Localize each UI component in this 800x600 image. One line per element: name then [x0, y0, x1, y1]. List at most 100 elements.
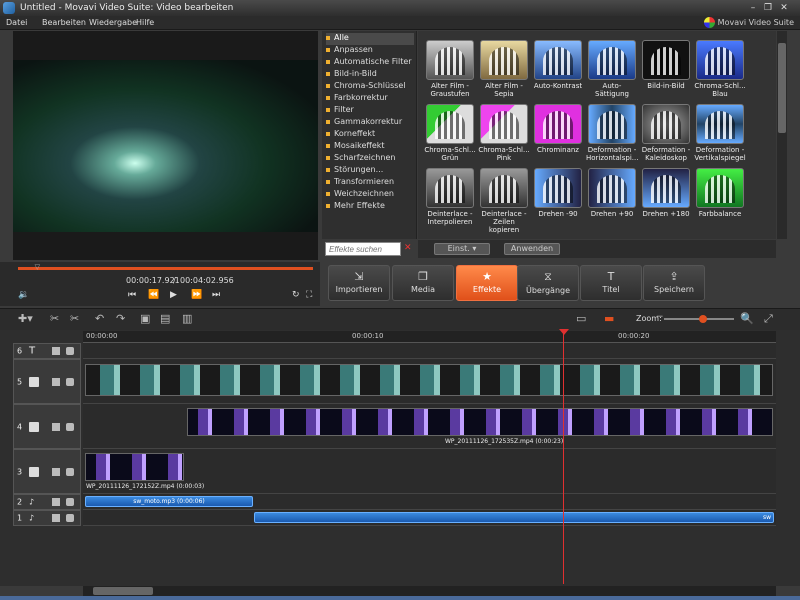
mute-icon[interactable]: [52, 514, 60, 522]
track-lane-2[interactable]: sw_moto.mp3 (0:00:06): [83, 494, 776, 510]
redo-icon[interactable]: ↷: [116, 312, 125, 325]
category-item[interactable]: Weichzeichnen: [326, 189, 394, 201]
undo-icon[interactable]: ↶: [95, 312, 104, 325]
track-lane-1[interactable]: sw: [83, 510, 776, 526]
fullscreen-icon[interactable]: ⛶: [306, 290, 312, 300]
playhead[interactable]: [563, 331, 564, 584]
effect-tile[interactable]: Chroma-Schl... Pink: [478, 104, 530, 162]
category-item[interactable]: Scharfzeichnen: [326, 153, 395, 165]
category-item[interactable]: Bild-in-Bild: [326, 69, 377, 81]
timeline-view-icon[interactable]: ▬: [604, 312, 614, 325]
visibility-icon[interactable]: [66, 498, 74, 506]
scroll-thumb[interactable]: [93, 587, 153, 595]
track-lane-4[interactable]: WP_20111126_172535Z.mp4 (0:00:23): [83, 404, 776, 449]
tab-importieren[interactable]: ⇲ Importieren: [328, 265, 390, 301]
zoom-slider-knob[interactable]: [698, 315, 707, 323]
clear-search-icon[interactable]: ✕: [404, 243, 412, 253]
effect-tile[interactable]: Alter Film - Sepia: [478, 40, 530, 98]
mute-icon[interactable]: [52, 422, 60, 431]
zoom-in-icon[interactable]: 🔍: [740, 312, 754, 325]
apply-button[interactable]: Anwenden: [504, 243, 560, 255]
effect-tile[interactable]: Deinterlace - Zeilen kopieren: [478, 168, 530, 234]
category-item[interactable]: Korneffekt: [326, 129, 375, 141]
tab-media[interactable]: ❐ Media: [392, 265, 454, 301]
track-header-2[interactable]: 2 ♪: [13, 494, 81, 510]
visibility-icon[interactable]: [66, 377, 74, 386]
visibility-icon[interactable]: [66, 467, 74, 476]
zoom-out-icon[interactable]: −: [656, 312, 664, 322]
menu-bearbeiten[interactable]: Bearbeiten: [42, 18, 86, 27]
effect-tile[interactable]: Drehen +90: [586, 168, 638, 218]
effect-tile[interactable]: Deformation - Kaleidoskop: [640, 104, 692, 162]
category-item[interactable]: Transformieren: [326, 177, 394, 189]
effect-tile[interactable]: Chroma-Schl... Blau: [694, 40, 746, 98]
video-clip[interactable]: [85, 453, 184, 481]
track-lane-3[interactable]: WP_20111126_172152Z.mp4 (0:00:03): [83, 449, 776, 494]
category-item[interactable]: Mosaikeffekt: [326, 141, 385, 153]
track-header-4[interactable]: 4: [13, 404, 81, 449]
timeline-scrollbar[interactable]: [83, 586, 776, 596]
volume-icon[interactable]: 🔉: [18, 290, 29, 300]
video-clip[interactable]: [187, 408, 773, 436]
category-item[interactable]: Gammakorrektur: [326, 117, 402, 129]
category-item[interactable]: Chroma-Schlüssel: [326, 81, 406, 93]
go-end-icon[interactable]: ⏭: [212, 290, 220, 300]
rewind-icon[interactable]: ⏪: [148, 290, 159, 300]
tab-effekte[interactable]: ★ Effekte: [456, 265, 518, 301]
effect-tile[interactable]: Auto-Kontrast: [532, 40, 584, 90]
mute-icon[interactable]: [52, 467, 60, 476]
clip-properties-icon[interactable]: ▣: [140, 312, 150, 325]
tab-titel[interactable]: T Titel: [580, 265, 642, 301]
mute-icon[interactable]: [52, 498, 60, 506]
track-header-3[interactable]: 3: [13, 449, 81, 494]
track-lane-6[interactable]: [83, 343, 776, 359]
maximize-button[interactable]: ❐: [761, 2, 775, 14]
fast-forward-icon[interactable]: ⏩: [191, 290, 202, 300]
video-preview[interactable]: [13, 60, 318, 232]
category-item[interactable]: Farbkorrektur: [326, 93, 388, 105]
effect-tile[interactable]: Drehen -90: [532, 168, 584, 218]
effect-search-input[interactable]: [325, 242, 401, 256]
track-header-6[interactable]: 6T: [13, 343, 81, 359]
menu-datei[interactable]: Datei: [6, 18, 27, 27]
effect-tile[interactable]: Deinterlace - Interpolieren: [424, 168, 476, 226]
play-icon[interactable]: ▶: [170, 290, 177, 300]
video-clip[interactable]: [85, 364, 773, 396]
menu-wiedergabe[interactable]: Wiedergabe: [89, 18, 137, 27]
category-item[interactable]: Anpassen: [326, 45, 373, 57]
crop-icon[interactable]: ▤: [160, 312, 170, 325]
go-start-icon[interactable]: ⏮: [128, 290, 136, 300]
playback-progress[interactable]: [18, 267, 313, 270]
menu-hilfe[interactable]: Hilfe: [136, 18, 154, 27]
lock-icon[interactable]: [66, 347, 74, 355]
effect-tile[interactable]: Auto-Sättigung: [586, 40, 638, 98]
visibility-icon[interactable]: [52, 347, 60, 355]
effect-tile[interactable]: Drehen +180: [640, 168, 692, 218]
tab-speichern[interactable]: ⇪ Speichern: [643, 265, 705, 301]
category-item[interactable]: Mehr Effekte: [326, 201, 385, 213]
audio-clip[interactable]: sw: [254, 512, 774, 523]
minimize-button[interactable]: –: [746, 2, 760, 14]
cut-icon[interactable]: ✂: [50, 312, 59, 325]
effect-tile[interactable]: Bild-in-Bild: [640, 40, 692, 90]
track-header-5[interactable]: 5: [13, 359, 81, 404]
rotate-icon[interactable]: ▥: [182, 312, 192, 325]
loop-icon[interactable]: ↻: [292, 290, 300, 300]
progress-knob-icon[interactable]: ▽: [35, 263, 43, 271]
effect-tile[interactable]: Deformation - Horizontalspi...: [586, 104, 638, 162]
effect-tile[interactable]: Chroma-Schl... Grün: [424, 104, 476, 162]
playhead-handle[interactable]: [559, 329, 569, 335]
category-item[interactable]: Alle: [326, 33, 414, 45]
scroll-thumb[interactable]: [778, 43, 786, 133]
audio-clip[interactable]: sw_moto.mp3 (0:00:06): [85, 496, 253, 507]
effect-tile[interactable]: Alter Film - Graustufen: [424, 40, 476, 98]
settings-dropdown[interactable]: Einst. ▾: [434, 243, 490, 255]
category-item[interactable]: Störungen...: [326, 165, 383, 177]
close-button[interactable]: ✕: [777, 2, 791, 14]
visibility-icon[interactable]: [66, 422, 74, 431]
effect-tile[interactable]: Chrominanz: [532, 104, 584, 154]
storyboard-view-icon[interactable]: ▭: [576, 312, 586, 325]
effects-scrollbar[interactable]: [777, 31, 787, 239]
split-icon[interactable]: ✂: [70, 312, 79, 325]
category-item[interactable]: Automatische Filter: [326, 57, 412, 69]
